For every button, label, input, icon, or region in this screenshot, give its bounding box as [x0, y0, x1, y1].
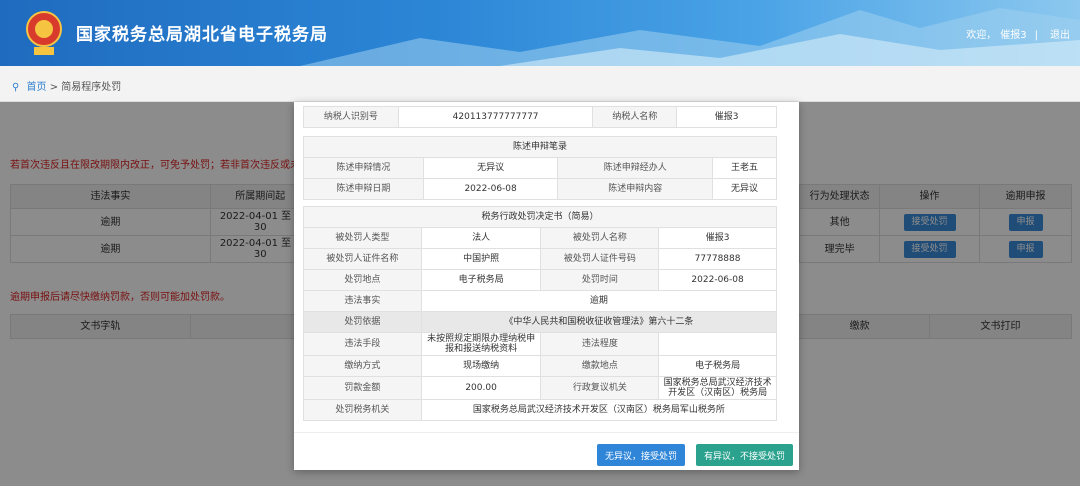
pname-value: 催报3 — [658, 227, 777, 249]
amount-label: 罚款金额 — [303, 376, 422, 400]
logout-link[interactable]: 退出 — [1050, 30, 1070, 41]
taxpayer-name-value: 催报3 — [676, 106, 777, 128]
fact-value: 逾期 — [420, 290, 778, 312]
welcome-text: 欢迎， — [966, 30, 997, 41]
cert-value: 中国护照 — [420, 248, 542, 270]
accept-penalty-button[interactable]: 无异议，接受处罚 — [597, 444, 686, 466]
penalty-decision-dialog: 纳税人识别号 420113777777777 纳税人名称 催报3 陈述申辩笔录 … — [294, 102, 799, 470]
breadcrumb-home[interactable]: 首页 — [27, 82, 47, 93]
statement-handler-label: 陈述申辩经办人 — [557, 157, 714, 179]
taxpayer-id-value: 420113777777777 — [397, 106, 594, 128]
pay-method-value: 现场缴纳 — [420, 355, 542, 377]
tax-emblem-icon — [26, 11, 62, 55]
review-value: 国家税务总局武汉经济技术开发区（汉南区）税务局 — [658, 376, 777, 400]
pay-place-value: 电子税务局 — [658, 355, 777, 377]
cert-label: 被处罚人证件名称 — [303, 248, 422, 270]
amount-value: 200.00 — [420, 376, 542, 400]
dialog-footer: 无异议，接受处罚 有异议，不接受处罚 — [294, 432, 799, 470]
reject-penalty-button[interactable]: 有异议，不接受处罚 — [696, 444, 794, 466]
pay-method-label: 缴纳方式 — [303, 355, 422, 377]
certno-label: 被处罚人证件号码 — [540, 248, 660, 270]
statement-table: 陈述申辩笔录 陈述申辩情况 无异议 陈述申辩经办人 王老五 陈述申辩日期 202… — [303, 136, 777, 200]
taxpayer-id-label: 纳税人识别号 — [303, 106, 399, 128]
type-value: 法人 — [420, 227, 542, 249]
statement-title: 陈述申辩笔录 — [303, 136, 777, 158]
degree-value — [658, 332, 777, 356]
time-label: 处罚时间 — [540, 269, 660, 291]
place-value: 电子税务局 — [420, 269, 542, 291]
review-label: 行政复议机关 — [540, 376, 660, 400]
certno-value: 77778888 — [658, 248, 777, 270]
breadcrumb-current: 简易程序处罚 — [61, 82, 122, 93]
user-area: 欢迎， 催报3 | 退出 — [962, 26, 1070, 41]
separator: | — [1034, 30, 1038, 41]
degree-label: 违法程度 — [540, 332, 660, 356]
time-value: 2022-06-08 — [658, 269, 777, 291]
statement-situation-label: 陈述申辩情况 — [303, 157, 424, 179]
statement-date-value: 2022-06-08 — [422, 178, 559, 200]
statement-content-label: 陈述申辩内容 — [557, 178, 714, 200]
taxpayer-table: 纳税人识别号 420113777777777 纳税人名称 催报3 — [303, 106, 777, 128]
org-value: 国家税务总局武汉经济技术开发区（汉南区）税务局军山税务所 — [420, 399, 778, 421]
statement-situation-value: 无异议 — [422, 157, 559, 179]
type-label: 被处罚人类型 — [303, 227, 422, 249]
means-value: 未按照规定期限办理纳税申报和报送纳税资料 — [420, 332, 542, 356]
breadcrumb: ⚲ 首页 > 简易程序处罚 — [0, 66, 1080, 102]
basis-label: 处罚依据 — [303, 311, 422, 333]
site-header: 国家税务总局湖北省电子税务局 欢迎， 催报3 | 退出 — [0, 0, 1080, 66]
statement-date-label: 陈述申辩日期 — [303, 178, 424, 200]
pname-label: 被处罚人名称 — [540, 227, 660, 249]
site-title: 国家税务总局湖北省电子税务局 — [76, 25, 328, 45]
means-label: 违法手段 — [303, 332, 422, 356]
place-label: 处罚地点 — [303, 269, 422, 291]
breadcrumb-separator: > — [49, 82, 59, 93]
decision-title: 税务行政处罚决定书（简易） — [303, 206, 777, 228]
username[interactable]: 催报3 — [1000, 30, 1026, 41]
location-pin-icon: ⚲ — [12, 82, 20, 93]
pay-place-label: 缴款地点 — [540, 355, 660, 377]
org-label: 处罚税务机关 — [303, 399, 422, 421]
basis-value: 《中华人民共和国税收征收管理法》第六十二条 — [420, 311, 778, 333]
fact-label: 违法事实 — [303, 290, 422, 312]
taxpayer-name-label: 纳税人名称 — [592, 106, 678, 128]
decision-table: 税务行政处罚决定书（简易） 被处罚人类型 法人 被处罚人名称 催报3 被处罚人证… — [303, 206, 778, 421]
statement-handler-value: 王老五 — [712, 157, 777, 179]
statement-content-value: 无异议 — [712, 178, 777, 200]
